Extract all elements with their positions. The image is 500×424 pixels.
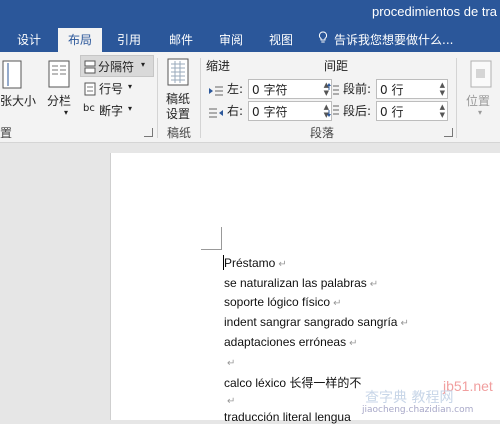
window-title: procedimientos de tra [372,4,498,19]
spacing-after-field[interactable]: 0 行 ▲ ▼ [376,101,448,121]
spacing-header: 间距 [324,59,349,73]
paragraph-mark-icon: ↵ [369,279,379,290]
line-text: soporte lógico físico [224,295,331,309]
paragraph-mark-icon: ↵ [278,259,287,270]
position-dropdown-arrow[interactable]: ▾ [478,108,482,117]
position-icon[interactable] [470,60,494,92]
spin-up-icon[interactable]: ▲ [440,103,445,111]
indent-left-field[interactable]: 0 字符 ▲ ▼ [248,79,332,99]
spacing-before-value: 0 行 [380,83,404,97]
page-size-icon[interactable] [2,60,24,94]
paragraph-mark-icon: ↵ [227,358,236,369]
doc-line[interactable]: calco léxico 长得一样的不 [224,374,361,391]
line-text: indent sangrar sangrado sangría [224,315,398,329]
ribbon: 纸张大小 分栏 ▾ 分隔符 ▾ 行号 ▾ bc 断字 ▾ 置 稿纸 设置 稿纸 … [0,52,500,143]
spacing-before-label: 段前: [343,82,372,96]
paragraph-group-label: 段落 [310,126,335,140]
hyphenation-icon: bc [83,103,95,114]
doc-line[interactable]: ↵ [224,355,235,369]
spacing-after-label: 段后: [343,104,372,118]
spacing-before-field[interactable]: 0 行 ▲ ▼ [376,79,448,99]
columns-dropdown-arrow[interactable]: ▾ [64,108,68,117]
paragraph-mark-icon: ↵ [349,338,358,349]
breaks-button[interactable]: 分隔符 ▾ [80,55,154,77]
indent-header: 缩进 [206,59,231,73]
divider [157,58,158,138]
spin-up-icon[interactable]: ▲ [440,81,445,89]
page-size-button[interactable]: 纸张大小 [0,92,36,109]
doc-line[interactable]: adaptaciones erróneas ↵ [224,335,357,349]
line-text: traducción literal lengua [224,410,351,424]
divider [456,58,457,138]
line-text: adaptaciones erróneas [224,335,347,349]
spacing-after-icon [326,103,340,122]
position-button[interactable]: 位置 [466,92,490,109]
line-text: se naturalizan las palabras [224,276,367,290]
line-numbers-icon [84,81,96,100]
hyphenation-button[interactable]: 断字 [99,102,123,119]
columns-icon[interactable] [48,60,70,92]
tab-mailings[interactable]: 邮件 [162,28,200,52]
tell-me-text: 告诉我您想要做什么... [334,33,454,47]
spacing-after-value: 0 行 [380,105,404,119]
tell-me-box[interactable]: 告诉我您想要做什么... [318,28,453,52]
indent-left-value: 0 字符 [252,83,288,97]
line-numbers-dropdown-arrow[interactable]: ▾ [128,82,132,91]
indent-right-label: 右: [227,104,244,118]
indent-right-value: 0 字符 [252,105,288,119]
line-numbers-button[interactable]: 行号 [99,80,123,97]
tab-references[interactable]: 引用 [110,28,148,52]
page-setup-launcher[interactable] [144,128,153,137]
tab-design[interactable]: 设计 [10,28,48,52]
watermark-url: jiaocheng.chazidian.com [362,405,474,415]
paragraph-mark-icon: ↵ [227,396,236,407]
paragraph-mark-icon: ↵ [400,318,409,329]
indent-left-label: 左: [227,82,244,96]
indent-right-icon [208,104,224,123]
page-setup-group-label: 置 [0,126,13,140]
indent-right-field[interactable]: 0 字符 ▲ ▼ [248,101,332,121]
spacing-before-icon [326,81,340,100]
line-text: Préstamo [224,256,276,270]
ribbon-tab-bar: 设计 布局 引用 邮件 审阅 视图 告诉我您想要做什么... [0,28,500,52]
indent-left-icon [208,82,224,101]
spin-down-icon[interactable]: ▼ [440,89,445,97]
doc-line[interactable]: ↵ [224,393,235,407]
manuscript-button-line2[interactable]: 设置 [166,105,190,122]
doc-line[interactable]: Préstamo ↵ [224,256,287,270]
tab-layout[interactable]: 布局 [58,28,102,52]
breaks-dropdown-arrow: ▾ [141,60,146,69]
doc-line[interactable]: traducción literal lengua [224,410,351,424]
spin-down-icon[interactable]: ▼ [440,111,445,119]
tab-review[interactable]: 审阅 [212,28,250,52]
title-bar: procedimientos de tra [0,0,500,28]
divider [200,58,201,138]
hyphenation-dropdown-arrow[interactable]: ▾ [128,104,132,113]
doc-line[interactable]: indent sangrar sangrado sangría ↵ [224,315,409,329]
watermark-brand: 查字典 教程网 [365,390,454,406]
columns-button[interactable]: 分栏 [47,92,71,109]
tab-view[interactable]: 视图 [262,28,300,52]
line-text: calco léxico 长得一样的不 [224,376,362,390]
breaks-icon [84,59,96,78]
breaks-label: 分隔符 [98,60,135,74]
paragraph-mark-icon: ↵ [333,298,342,309]
doc-line[interactable]: se naturalizan las palabras ↵ [224,276,378,290]
manuscript-icon[interactable] [167,58,191,90]
manuscript-group-label: 稿纸 [167,126,192,140]
lightbulb-icon [318,28,330,52]
margin-corner-mark [201,227,222,250]
paragraph-launcher[interactable] [444,128,453,137]
doc-line[interactable]: soporte lógico físico ↵ [224,295,341,309]
